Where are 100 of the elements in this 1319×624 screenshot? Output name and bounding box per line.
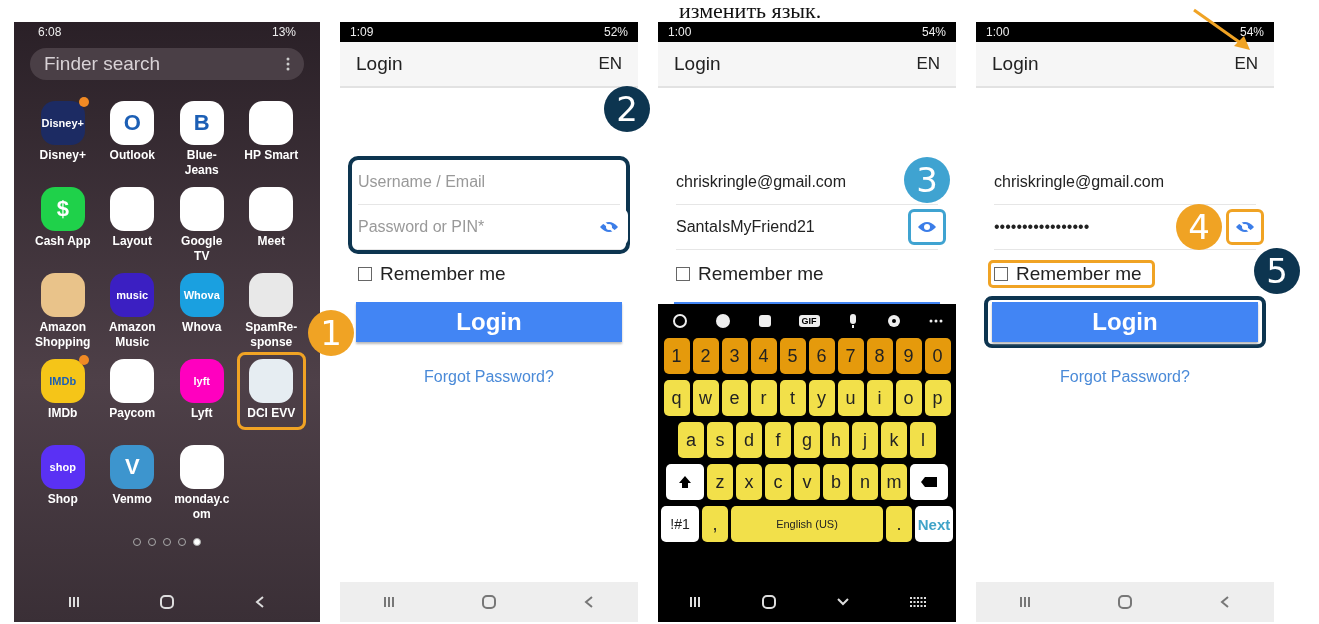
battery-level: 52% (603, 25, 628, 39)
key[interactable]: 8 (866, 338, 893, 374)
password-field[interactable]: Password or PIN* (358, 218, 528, 236)
key[interactable]: v (794, 464, 820, 500)
language-selector[interactable]: EN (598, 54, 622, 74)
key[interactable]: d (736, 422, 762, 458)
instruction-text: изменить язык. (678, 0, 823, 22)
key[interactable]: r (750, 380, 777, 416)
recent-apps-icon[interactable] (687, 595, 702, 609)
username-field[interactable]: chriskringle@gmail.com (676, 173, 904, 191)
app-label: IMDb (48, 406, 78, 421)
show-password-button[interactable] (1226, 209, 1264, 245)
space-key[interactable]: English (US) (731, 506, 883, 542)
key[interactable]: l (910, 422, 936, 458)
key[interactable]: 7 (837, 338, 864, 374)
show-password-button[interactable] (908, 209, 946, 245)
key[interactable]: k (881, 422, 907, 458)
key[interactable]: i (866, 380, 893, 416)
password-field[interactable]: ••••••••••••••••• (994, 218, 1174, 236)
step-number-badge: 2 (604, 86, 650, 132)
remember-me-checkbox[interactable]: Remember me (670, 260, 837, 288)
key[interactable]: 1 (663, 338, 690, 374)
gif-button[interactable]: GIF (798, 315, 820, 327)
key[interactable]: o (895, 380, 922, 416)
app-icon[interactable] (249, 187, 294, 231)
remember-me-checkbox[interactable]: Remember me (352, 260, 519, 288)
app-label: Disney+ (39, 148, 86, 163)
language-selector[interactable]: EN (1234, 54, 1258, 74)
key[interactable]: q (663, 380, 690, 416)
key[interactable]: 3 (721, 338, 748, 374)
step-number-badge: 5 (1254, 248, 1300, 294)
key[interactable]: 4 (750, 338, 777, 374)
key[interactable]: a (678, 422, 704, 458)
app-icon[interactable]: music (110, 273, 155, 317)
battery-level: 54% (921, 25, 946, 39)
keyboard-icon[interactable] (908, 596, 927, 608)
recent-apps-icon[interactable] (67, 595, 81, 609)
period-key[interactable]: . (886, 506, 912, 542)
key[interactable]: 6 (808, 338, 835, 374)
app-icon[interactable] (249, 101, 294, 145)
key[interactable]: h (823, 422, 849, 458)
app-icon[interactable] (179, 187, 224, 231)
app-icon[interactable] (110, 187, 155, 231)
step-number-badge: 4 (1176, 204, 1222, 250)
login-button[interactable]: Login (356, 302, 622, 342)
app-icon[interactable]: lyft (179, 359, 224, 403)
key[interactable]: w (692, 380, 719, 416)
app-label: Venmo (112, 492, 152, 507)
key[interactable]: e (721, 380, 748, 416)
username-field[interactable]: chriskringle@gmail.com (994, 173, 1222, 191)
app-icon[interactable] (249, 273, 294, 317)
key[interactable]: n (852, 464, 878, 500)
remember-me-checkbox[interactable]: Remember me (988, 260, 1155, 288)
backspace-key[interactable] (910, 464, 948, 500)
key[interactable]: j (852, 422, 878, 458)
key[interactable]: t (779, 380, 806, 416)
app-icon[interactable] (249, 359, 294, 403)
key[interactable]: 2 (692, 338, 719, 374)
more-icon[interactable] (286, 57, 290, 71)
key[interactable]: x (736, 464, 762, 500)
comma-key[interactable]: , (702, 506, 728, 542)
key[interactable]: u (837, 380, 864, 416)
app-label: Lyft (190, 406, 213, 421)
username-field[interactable]: Username / Email (358, 173, 528, 191)
key[interactable]: f (765, 422, 791, 458)
forgot-password-link[interactable]: Forgot Password? (1060, 368, 1190, 386)
app-icon[interactable]: O (110, 101, 155, 145)
screen-title: Login (674, 53, 721, 75)
app-icon[interactable]: B (179, 101, 224, 145)
key[interactable]: m (881, 464, 907, 500)
search-field[interactable]: Finder search (30, 48, 304, 80)
more-icon[interactable] (928, 319, 943, 323)
key[interactable]: p (924, 380, 951, 416)
login-button[interactable]: Login (992, 302, 1258, 342)
language-selector[interactable]: EN (916, 54, 940, 74)
app-label: Amazon Music (108, 320, 156, 350)
key[interactable]: c (765, 464, 791, 500)
key[interactable]: g (794, 422, 820, 458)
page-indicator-dot[interactable] (193, 538, 201, 546)
key[interactable]: 0 (924, 338, 951, 374)
app-icon[interactable] (179, 445, 224, 489)
shift-key[interactable] (666, 464, 704, 500)
app-label: Shop (47, 492, 78, 507)
app-icon[interactable] (40, 273, 85, 317)
app-label: SpamRe- sponse (245, 320, 298, 350)
app-label: DCI EVV (247, 406, 296, 421)
key[interactable]: 9 (895, 338, 922, 374)
app-icon[interactable] (110, 359, 155, 403)
password-field[interactable]: SantaIsMyFriend21 (676, 218, 856, 236)
shift-arrow-icon (678, 475, 692, 489)
symbols-key[interactable]: !#1 (661, 506, 699, 542)
key[interactable]: z (707, 464, 733, 500)
forgot-password-link[interactable]: Forgot Password? (424, 368, 554, 386)
app-label: Amazon Shopping (35, 320, 91, 350)
app-label: monday.c om (174, 492, 230, 522)
key[interactable]: 5 (779, 338, 806, 374)
key[interactable]: y (808, 380, 835, 416)
key[interactable]: b (823, 464, 849, 500)
key[interactable]: s (707, 422, 733, 458)
app-icon[interactable]: shop (40, 445, 85, 489)
